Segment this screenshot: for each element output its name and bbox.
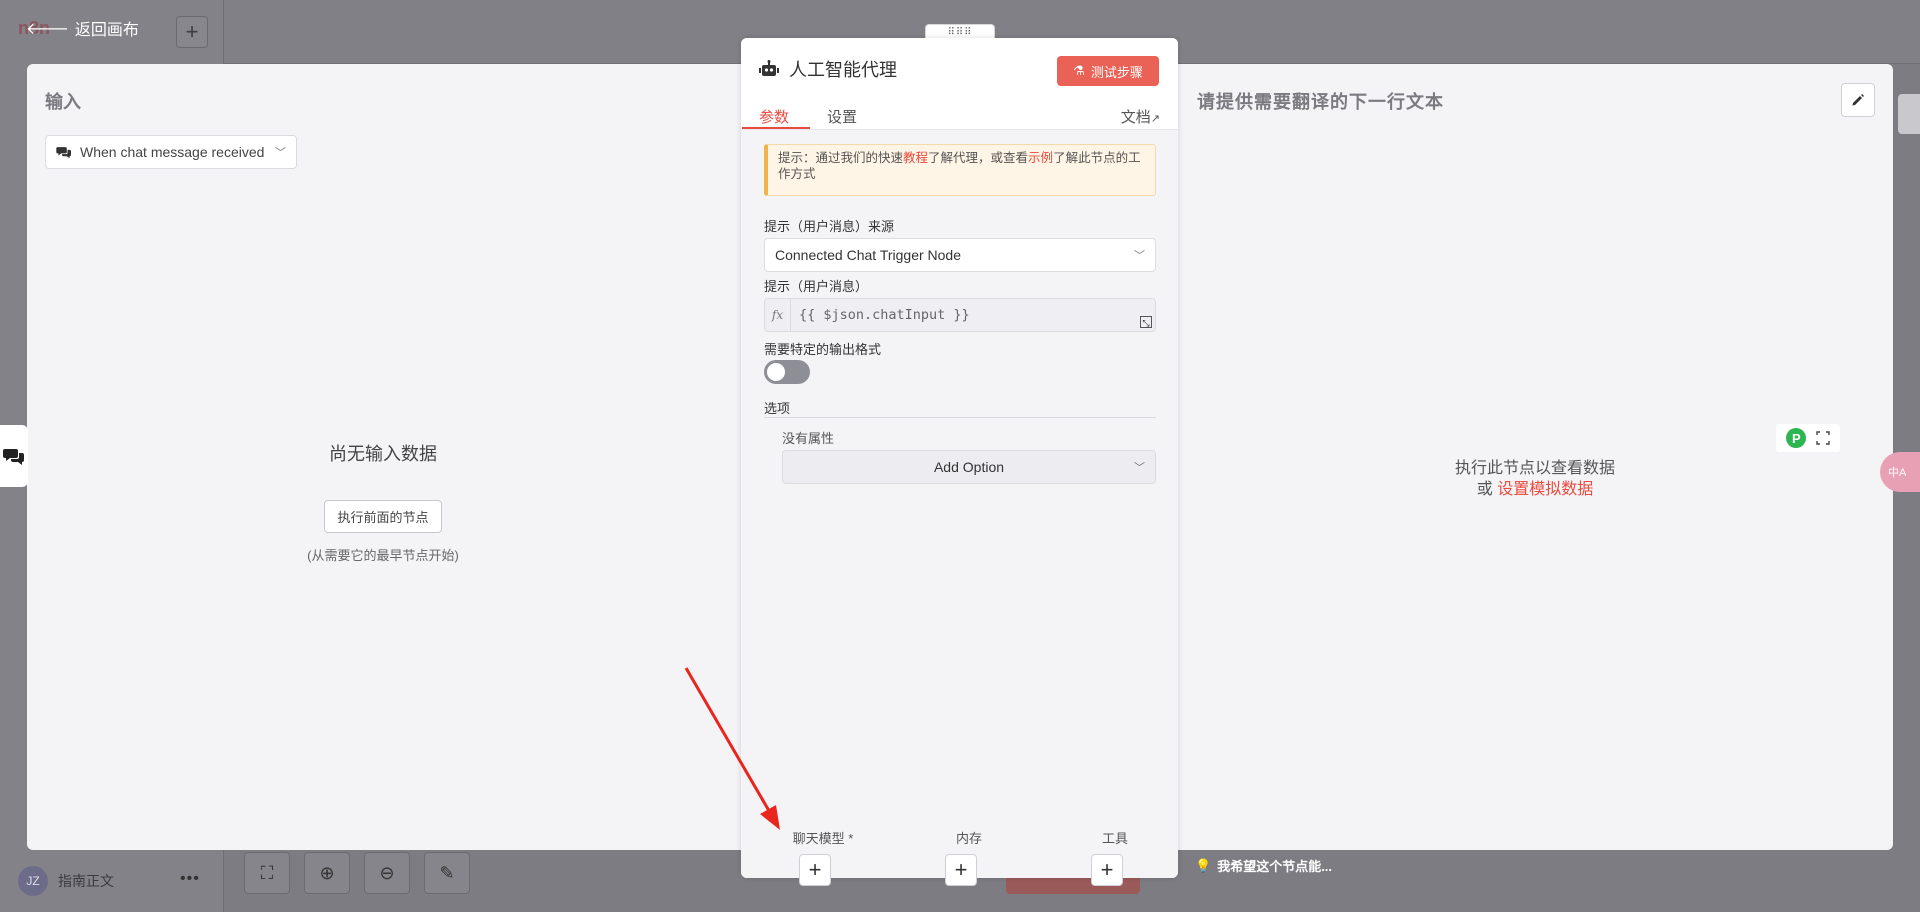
test-step-button[interactable]: ⚗ 测试步骤	[1057, 56, 1159, 86]
chevron-down-icon: ﹀	[1134, 250, 1145, 262]
chevron-down-icon: ﹀	[275, 147, 286, 159]
edit-output-button[interactable]	[1841, 83, 1875, 117]
prompt-source-value: Connected Chat Trigger Node	[775, 247, 961, 263]
docs-link[interactable]: 文档↗	[1121, 106, 1160, 127]
translate-badge[interactable]: 中A	[1880, 452, 1920, 492]
fit-view-icon: ⛶	[244, 852, 290, 894]
svg-text:P: P	[1792, 431, 1801, 446]
add-option-label: Add Option	[933, 459, 1005, 475]
node-tabs: 参数 设置 文档↗	[741, 98, 1178, 130]
output-empty-line: 执行此节点以查看数据	[1454, 460, 1615, 477]
input-panel-title: 输入	[45, 92, 81, 112]
input-node-label: When chat message received	[80, 144, 265, 160]
execute-previous-nodes-button[interactable]: 执行前面的节点	[324, 500, 442, 533]
tidy-up-icon: ✎	[424, 852, 470, 894]
hint-callout: 提示：通过我们的快速教程了解代理，或查看示例了解此节点的工作方式	[764, 144, 1156, 196]
hint-tutorial-link[interactable]: 教程	[903, 151, 928, 165]
options-divider	[764, 417, 1156, 418]
annotation-arrow	[684, 667, 780, 830]
hint-example-link[interactable]: 示例	[1028, 151, 1053, 165]
feature-request-label: 我希望这个节点能...	[1217, 859, 1333, 874]
options-label: 选项	[764, 401, 791, 416]
add-workflow-button: +	[176, 16, 208, 48]
output-empty-or-line: 或 设置模拟数据	[1400, 479, 1670, 500]
back-to-canvas-link[interactable]: 🡐 返回画布	[26, 16, 139, 40]
output-or: 或	[1476, 481, 1493, 498]
flask-icon: ⚗	[1073, 63, 1085, 78]
p-circle-icon: P	[1786, 428, 1806, 448]
output-panel-title: 请提供需要翻译的下一行文本	[1197, 92, 1444, 112]
tool-label: 工具	[1101, 831, 1128, 846]
no-properties-text: 没有属性	[782, 431, 835, 446]
prompt-source-select[interactable]: Connected Chat Trigger Node ﹀	[764, 238, 1156, 272]
hint-middle: 了解代理，或查看	[928, 151, 1029, 165]
prompt-label: 提示（用户消息）	[764, 279, 869, 294]
output-empty-state: 执行此节点以查看数据 或 设置模拟数据	[1400, 458, 1670, 500]
open-chat-button[interactable]	[0, 425, 28, 487]
set-mock-data-link[interactable]: 设置模拟数据	[1497, 481, 1593, 498]
memory-label: 内存	[955, 831, 982, 846]
hint-prefix: 提示：通过我们的快速	[778, 151, 904, 165]
input-empty-subtitle: (从需要它的最早节点开始)	[307, 548, 459, 563]
toggle-knob	[767, 363, 785, 381]
lightbulb-icon: 💡	[1195, 857, 1212, 873]
prompt-source-label: 提示（用户消息）来源	[764, 219, 895, 234]
output-format-toggle[interactable]	[764, 360, 810, 384]
more-icon: •••	[180, 870, 200, 887]
input-empty-state: 尚无输入数据 执行前面的节点 (从需要它的最早节点开始)	[250, 440, 516, 564]
robot-icon	[759, 60, 779, 76]
back-label: 返回画布	[74, 22, 139, 39]
output-format-label: 需要特定的输出格式	[764, 342, 882, 357]
canvas-tools: ⛶ ⊕ ⊖ ✎	[244, 852, 470, 894]
chevron-down-icon: ﹀	[1134, 462, 1145, 474]
input-node-select[interactable]: When chat message received ﹀	[45, 135, 297, 169]
node-panel-header: 人工智能代理 ⚗ 测试步骤 参数 设置 文档↗	[741, 38, 1178, 130]
node-parameters: 提示：通过我们的快速教程了解代理，或查看示例了解此节点的工作方式 提示（用户消息…	[741, 130, 1178, 878]
sidebar-user: JZ 指南正文	[18, 866, 114, 896]
tab-settings[interactable]: 设置	[827, 106, 857, 127]
add-chat-model-button[interactable]: +	[799, 854, 831, 886]
zoom-out-icon: ⊖	[364, 852, 410, 894]
add-tool-button[interactable]: +	[1091, 854, 1123, 886]
user-name: 指南正文	[58, 873, 114, 889]
feature-request-hint[interactable]: 💡 我希望这个节点能...	[1195, 856, 1332, 875]
floating-widget[interactable]: P	[1776, 424, 1840, 452]
chat-icon	[56, 147, 71, 159]
external-link-icon: ↗	[1150, 113, 1160, 125]
chat-icon	[3, 449, 24, 465]
scan-icon	[1816, 431, 1830, 445]
node-title: 人工智能代理	[759, 56, 897, 82]
canvas-right-edge	[1898, 94, 1920, 134]
test-step-label: 测试步骤	[1090, 64, 1143, 80]
prompt-expression-input[interactable]: fx {{ $json.chatInput }} ⤡	[764, 298, 1156, 332]
tab-parameters[interactable]: 参数	[759, 106, 789, 127]
avatar: JZ	[18, 866, 48, 896]
node-title-text: 人工智能代理	[789, 60, 897, 80]
pencil-icon	[1852, 94, 1864, 106]
add-option-dropdown[interactable]: Add Option ﹀	[782, 450, 1156, 484]
arrow-left-icon: 🡐	[26, 20, 69, 38]
zoom-in-icon: ⊕	[304, 852, 350, 894]
expand-icon[interactable]: ⤡	[1140, 316, 1152, 328]
add-memory-button[interactable]: +	[945, 854, 977, 886]
prompt-expression-value: {{ $json.chatInput }}	[799, 307, 970, 323]
node-settings-panel: 人工智能代理 ⚗ 测试步骤 参数 设置 文档↗ 提示：通过我们的快速教程了解代理…	[741, 38, 1178, 886]
docs-label: 文档	[1120, 109, 1151, 126]
active-tab-indicator	[742, 127, 810, 129]
input-empty-title: 尚无输入数据	[329, 444, 437, 464]
fx-icon: fx	[765, 299, 791, 331]
